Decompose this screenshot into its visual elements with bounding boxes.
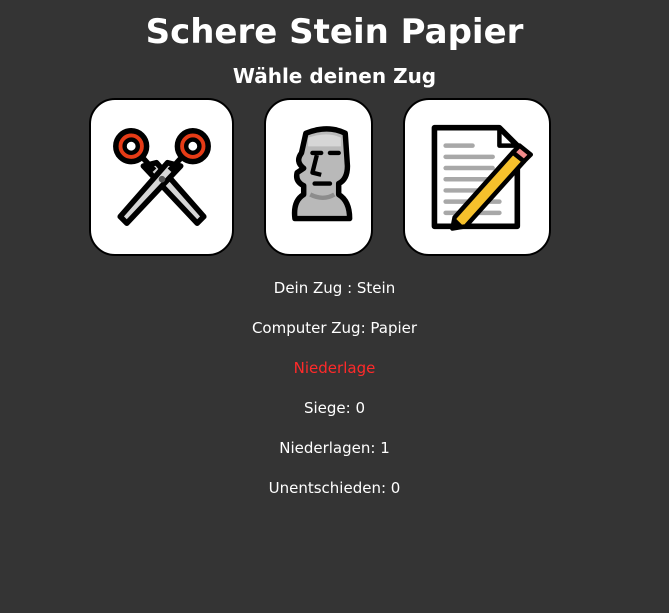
scissors-icon — [112, 128, 211, 226]
paper-button[interactable] — [403, 98, 551, 256]
outcome-text: Niederlage — [293, 359, 376, 377]
choice-buttons — [0, 98, 669, 258]
rock-button[interactable] — [264, 98, 373, 256]
draws-count: Unentschieden: 0 — [268, 479, 401, 497]
page-subtitle: Wähle deinen Zug — [232, 64, 437, 88]
losses-count: Niederlagen: 1 — [279, 439, 390, 457]
result-panel: Dein Zug : Stein Computer Zug: Papier Ni… — [0, 276, 669, 516]
page-title: Schere Stein Papier — [145, 12, 524, 52]
moai-icon — [291, 126, 352, 222]
memo-icon — [431, 124, 533, 231]
scissors-button[interactable] — [89, 98, 234, 256]
computer-move-text: Computer Zug: Papier — [251, 319, 418, 337]
wins-count: Siege: 0 — [303, 399, 366, 417]
player-move-text: Dein Zug : Stein — [273, 279, 396, 297]
